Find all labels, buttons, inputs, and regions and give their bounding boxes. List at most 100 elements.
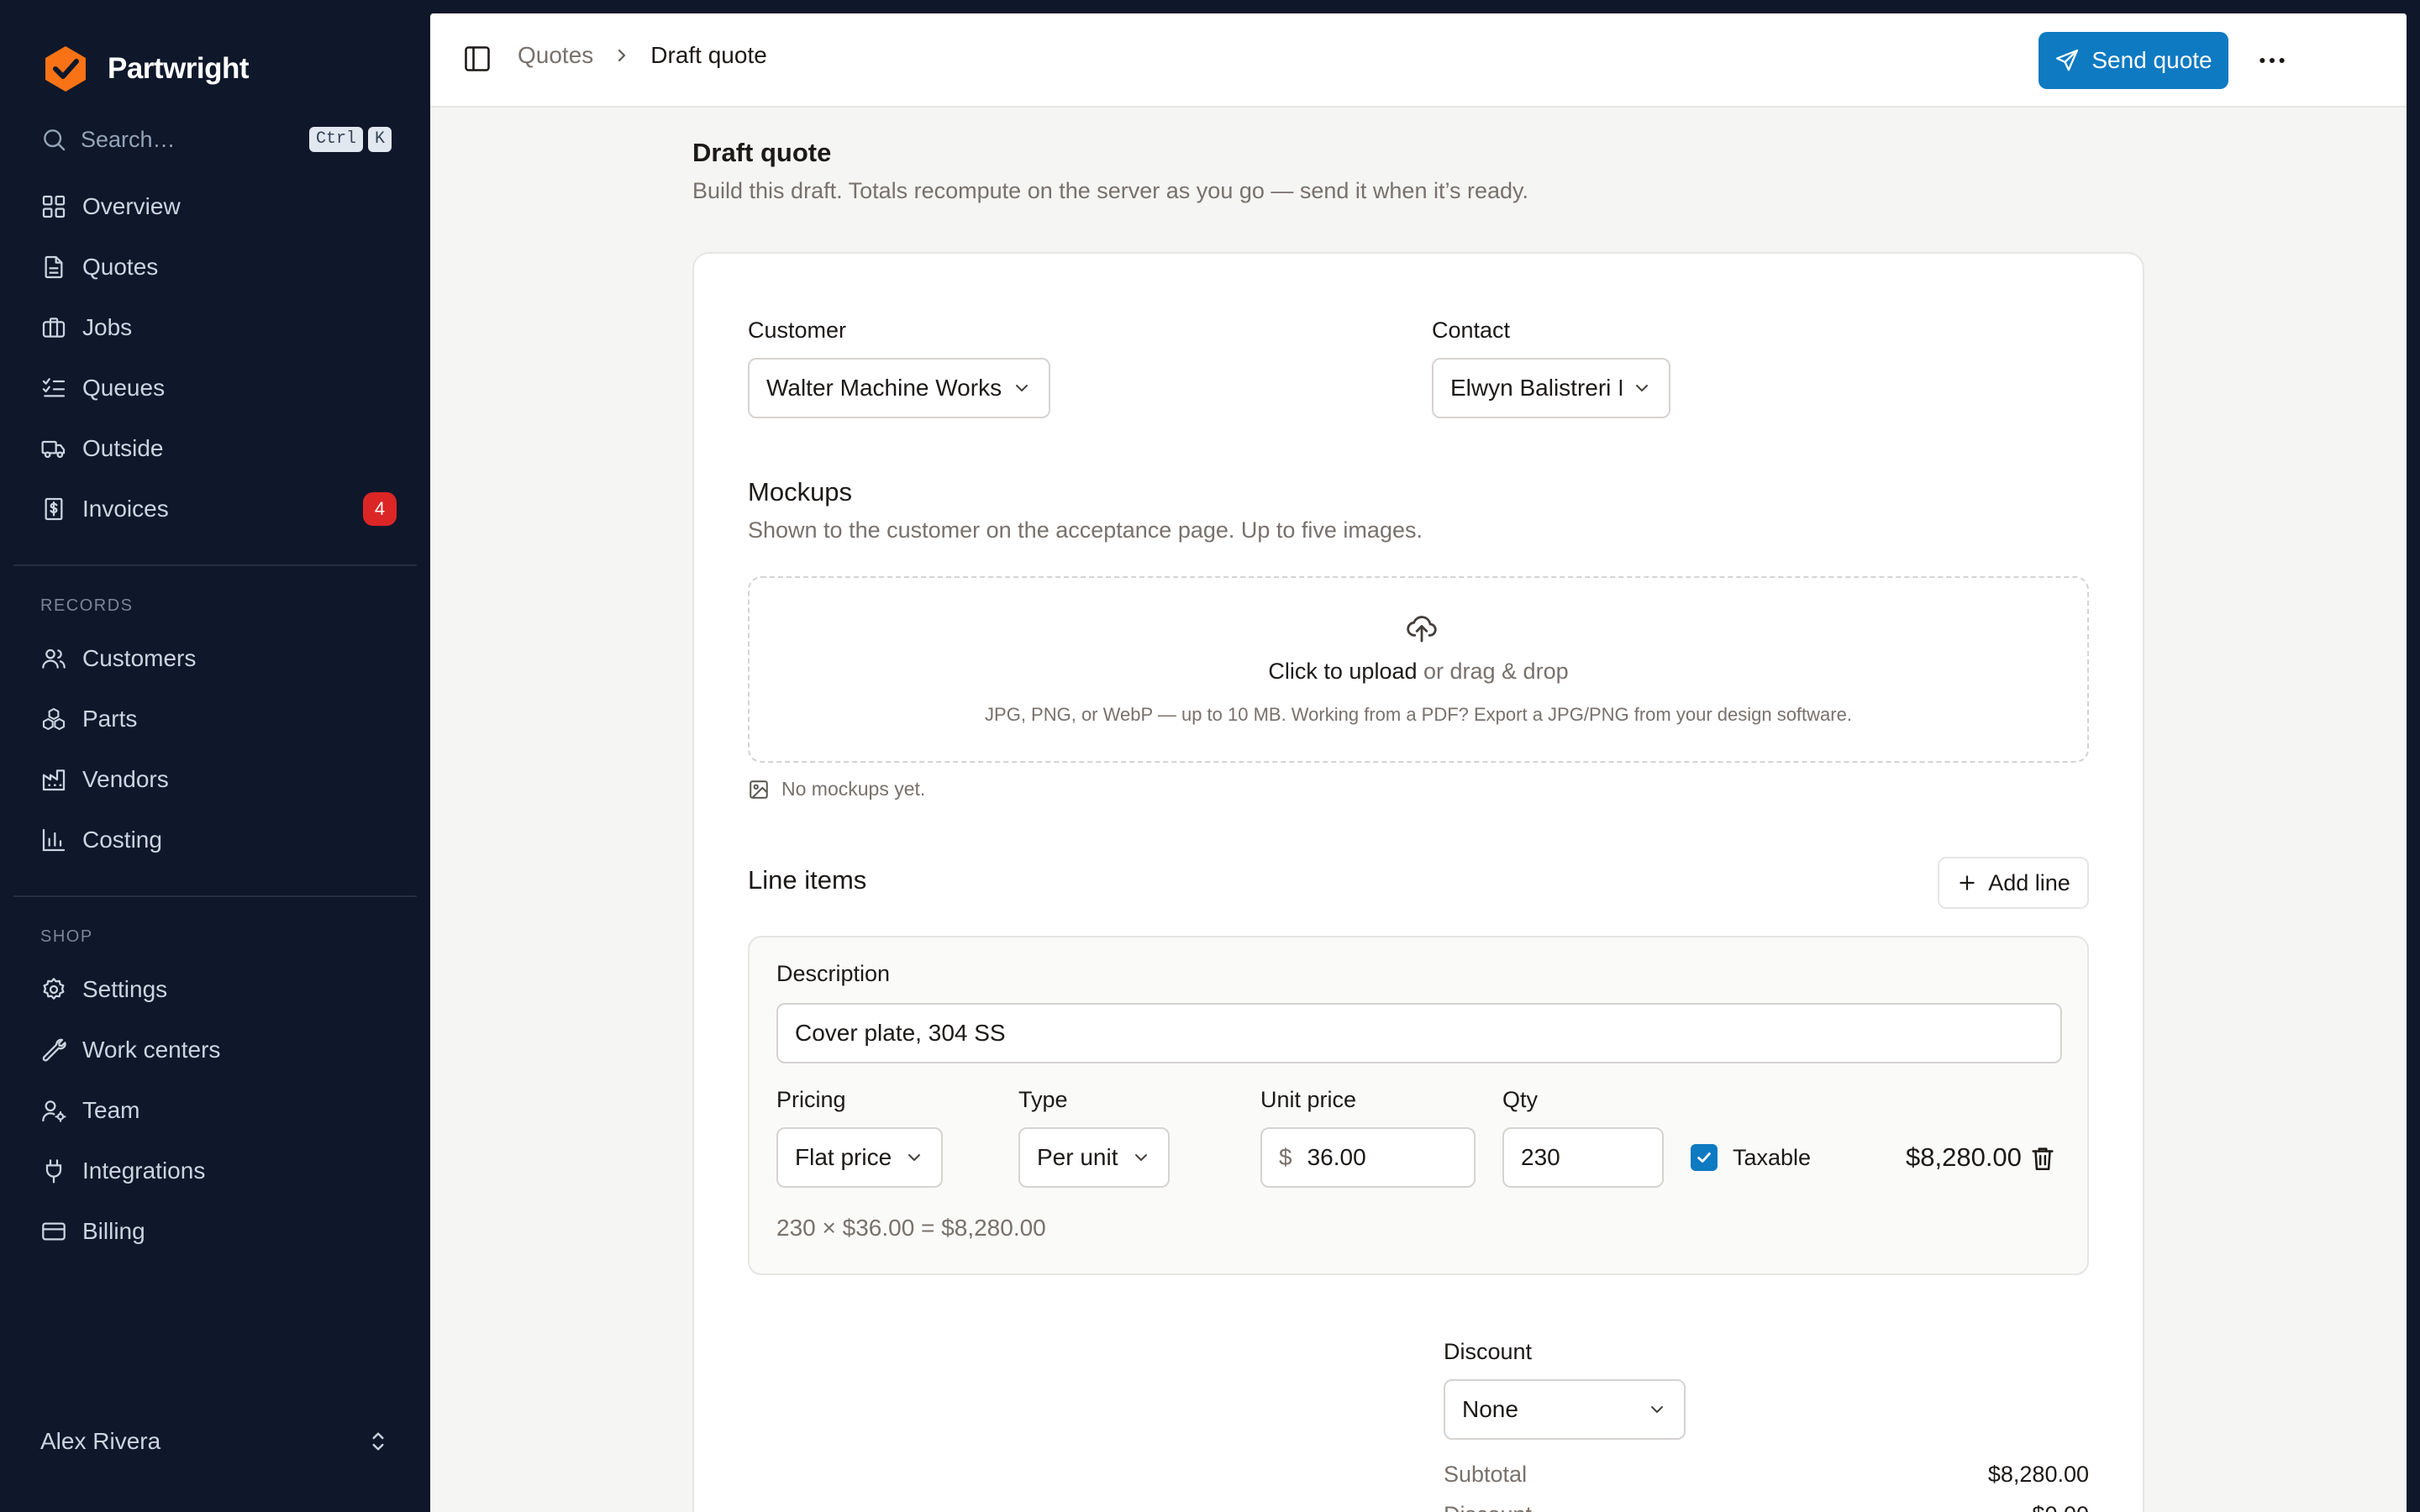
unit-price-value: 36.00	[1307, 1144, 1366, 1170]
type-label: Type	[1018, 1087, 1068, 1112]
search-input[interactable]: Search… Ctrl K	[40, 123, 392, 156]
qty-input[interactable]: 230	[1502, 1127, 1664, 1188]
sidebar-item-vendors[interactable]: Vendors	[40, 759, 397, 800]
sidebar-item-billing[interactable]: Billing	[40, 1211, 397, 1252]
send-icon	[2056, 50, 2079, 71]
type-value: Per unit	[1037, 1144, 1118, 1170]
chevrons-up-down-icon	[372, 1432, 384, 1451]
search-icon	[44, 129, 66, 151]
briefcase-icon	[42, 318, 66, 338]
sidebar-item-label: Work centers	[82, 1037, 221, 1063]
sidebar-item-settings[interactable]: Settings	[40, 969, 397, 1010]
customer-value: Walter Machine Works	[766, 375, 1002, 401]
checkbox-checked	[1691, 1144, 1718, 1171]
mockups-title: Mockups	[748, 477, 853, 507]
contact-value: Elwyn Balistreri I	[1450, 375, 1622, 401]
sidebar-item-label: Costing	[82, 827, 162, 853]
user-name: Alex Rivera	[40, 1428, 161, 1454]
users-icon	[42, 648, 66, 669]
partwright-logo-icon	[45, 46, 86, 92]
sidebar-item-quotes[interactable]: Quotes	[40, 247, 397, 287]
gear-icon	[43, 978, 65, 1000]
unit-price-input[interactable]: $ 36.00	[1260, 1127, 1476, 1188]
chevron-down-icon	[1135, 1154, 1147, 1161]
qty-label: Qty	[1502, 1087, 1539, 1112]
sidebar-item-invoices[interactable]: Invoices 4	[40, 489, 397, 529]
send-quote-button[interactable]: Send quote	[2039, 32, 2228, 89]
summary-row-discount: Discount −$0.00	[1444, 1502, 2089, 1512]
credit-card-icon	[42, 1222, 66, 1241]
sidebar-item-parts[interactable]: Parts	[40, 699, 397, 739]
grid-icon	[42, 195, 66, 218]
more-options-icon[interactable]	[2255, 44, 2289, 77]
sidebar-item-label: Overview	[82, 193, 181, 219]
customer-select[interactable]: Walter Machine Works	[748, 358, 1050, 418]
line-total: $8,280.00	[1906, 1142, 2022, 1172]
sidebar-item-team[interactable]: Team	[40, 1090, 397, 1131]
mockups-empty-state: No mockups yet.	[748, 778, 925, 801]
pricing-select[interactable]: Flat price	[776, 1127, 943, 1188]
sidebar-toggle-icon[interactable]	[462, 44, 492, 74]
mockup-upload-dropzone[interactable]: Click to upload or drag & drop JPG, PNG,…	[748, 576, 2089, 763]
top-bar: Quotes Draft quote Send quote	[430, 13, 2407, 108]
breadcrumb: Quotes Draft quote	[518, 42, 767, 69]
mockups-empty-text: No mockups yet.	[781, 778, 926, 800]
discount-select[interactable]: None	[1444, 1379, 1686, 1440]
unit-price-label: Unit price	[1260, 1087, 1357, 1112]
sidebar-item-overview[interactable]: Overview	[40, 186, 397, 227]
sidebar-item-outside[interactable]: Outside	[40, 428, 397, 469]
sidebar-item-label: Settings	[82, 976, 168, 1002]
main-content: Quotes Draft quote Send quote Draft quot…	[430, 13, 2407, 1512]
plus-icon	[1960, 875, 1975, 890]
sidebar-divider	[13, 895, 417, 897]
pricing-label: Pricing	[776, 1087, 846, 1112]
sidebar-item-integrations[interactable]: Integrations	[40, 1151, 397, 1191]
add-line-label: Add line	[1988, 869, 2070, 895]
upload-link[interactable]: Click to upload	[1268, 659, 1417, 684]
sidebar: Partwright Search… Ctrl K Overview Quote…	[0, 0, 430, 1512]
description-value: Cover plate, 304 SS	[795, 1020, 1006, 1046]
brand[interactable]: Partwright	[40, 44, 250, 94]
breadcrumb-quotes-link[interactable]: Quotes	[518, 42, 593, 69]
contact-label: Contact	[1432, 318, 1511, 343]
type-select[interactable]: Per unit	[1018, 1127, 1170, 1188]
user-cog-icon	[42, 1100, 66, 1122]
chevron-down-icon	[1636, 385, 1648, 391]
page-title: Draft quote	[692, 138, 832, 167]
page-subtitle: Build this draft. Totals recompute on th…	[692, 178, 1529, 203]
sidebar-item-queues[interactable]: Queues	[40, 368, 397, 408]
description-input[interactable]: Cover plate, 304 SS	[776, 1003, 2062, 1063]
sidebar-item-label: Jobs	[82, 314, 133, 340]
pricing-value: Flat price	[795, 1144, 892, 1170]
sidebar-item-jobs[interactable]: Jobs	[40, 307, 397, 348]
send-quote-label: Send quote	[2091, 47, 2212, 73]
list-checks-icon	[42, 378, 66, 397]
sidebar-item-label: Team	[82, 1097, 140, 1123]
sidebar-divider	[13, 564, 417, 566]
sidebar-item-work-centers[interactable]: Work centers	[40, 1030, 397, 1070]
taxable-label: Taxable	[1733, 1144, 1812, 1170]
bar-chart-icon	[42, 828, 66, 852]
summary-value: −$0.00	[2019, 1502, 2089, 1512]
user-menu[interactable]: Alex Rivera	[40, 1425, 392, 1458]
truck-icon	[41, 440, 66, 459]
currency-prefix: $	[1279, 1144, 1292, 1170]
sidebar-item-label: Parts	[82, 706, 138, 732]
cloud-upload-icon	[1407, 616, 1437, 643]
invoices-count-badge: 4	[363, 492, 397, 526]
sidebar-item-costing[interactable]: Costing	[40, 820, 397, 860]
contact-select[interactable]: Elwyn Balistreri I	[1432, 358, 1670, 418]
boxes-icon	[42, 707, 66, 731]
search-placeholder: Search…	[81, 126, 176, 152]
add-line-button[interactable]: Add line	[1938, 857, 2089, 909]
taxable-checkbox[interactable]: Taxable	[1691, 1144, 1811, 1171]
factory-icon	[42, 769, 66, 791]
summary-row-subtotal: Subtotal $8,280.00	[1444, 1462, 2089, 1488]
summary-label: Subtotal	[1444, 1462, 1528, 1487]
sidebar-item-label: Quotes	[82, 254, 159, 280]
chevron-down-icon	[908, 1154, 920, 1161]
trash-icon[interactable]	[2028, 1144, 2057, 1173]
breadcrumb-current: Draft quote	[650, 42, 767, 68]
sidebar-item-customers[interactable]: Customers	[40, 638, 397, 679]
line-formula: 230 × $36.00 = $8,280.00	[776, 1215, 1046, 1241]
